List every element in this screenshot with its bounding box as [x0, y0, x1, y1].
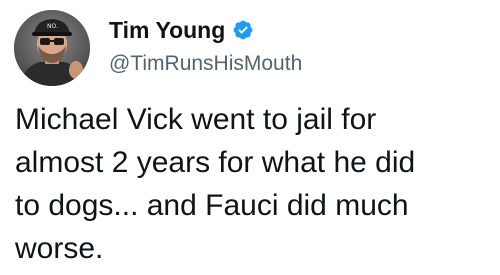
avatar-photo-icon: NO. — [14, 10, 90, 86]
verified-badge-icon — [232, 19, 254, 41]
tweet-card: NO. Tim Young @TimRunsHisMouth Michael V… — [0, 0, 500, 275]
author-display-name[interactable]: Tim Young — [109, 17, 225, 44]
tweet-text: Michael Vick went to jail for almost 2 y… — [15, 103, 416, 265]
svg-text:NO.: NO. — [47, 23, 58, 30]
author-handle[interactable]: @TimRunsHisMouth — [109, 52, 302, 76]
avatar[interactable]: NO. — [14, 10, 90, 86]
author-name-row[interactable]: Tim Young — [109, 14, 254, 46]
